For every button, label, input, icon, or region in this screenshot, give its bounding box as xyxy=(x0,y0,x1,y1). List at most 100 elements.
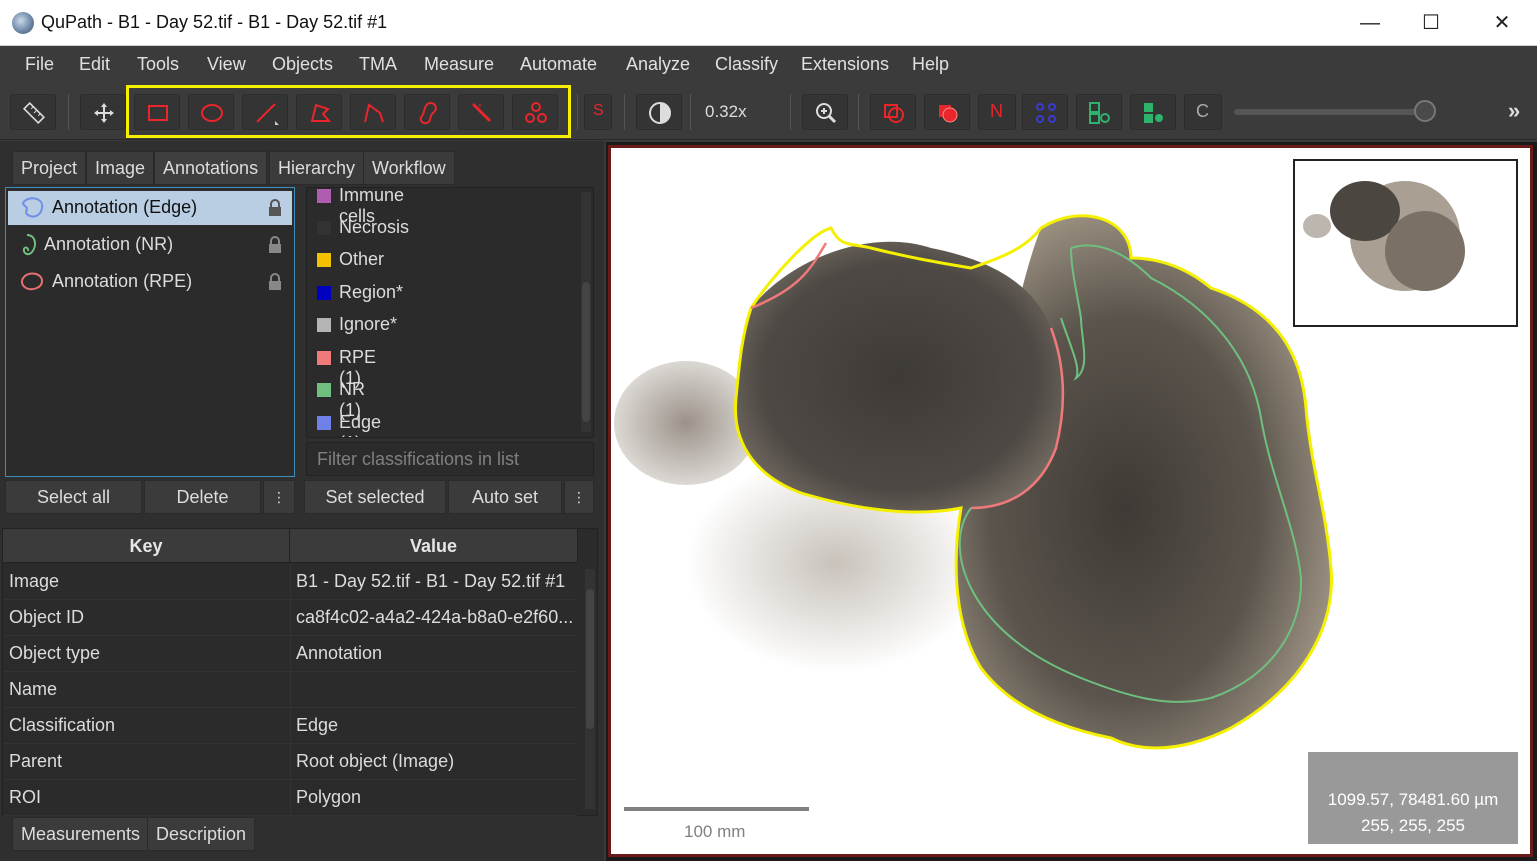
key-cell: ROI xyxy=(9,787,42,807)
qupath-window: QuPath - B1 - Day 52.tif - B1 - Day 52.t… xyxy=(0,0,1537,861)
grid-icon xyxy=(1036,103,1056,123)
show-names-button[interactable]: N xyxy=(978,94,1016,130)
menu-classify[interactable]: Classify xyxy=(715,54,778,75)
set-selected-button[interactable]: Set selected xyxy=(304,480,446,514)
value-cell: B1 - Day 52.tif - B1 - Day 52.tif #1 xyxy=(296,571,566,591)
lock-icon[interactable] xyxy=(268,236,282,254)
tab-measurements[interactable]: Measurements xyxy=(12,817,150,851)
minimize-button[interactable]: — xyxy=(1350,8,1390,38)
scrollbar-thumb[interactable] xyxy=(586,589,594,729)
auto-set-button[interactable]: Auto set xyxy=(448,480,562,514)
table-row: Object type Annotation xyxy=(3,636,577,672)
close-window-button[interactable]: ✕ xyxy=(1482,8,1522,38)
value-column-header[interactable]: Value xyxy=(290,529,578,563)
cursor-location-panel: 1099.57, 78481.60 µm 255, 255, 255 xyxy=(1308,752,1518,844)
brush-tool-button[interactable] xyxy=(404,94,450,130)
menu-bar: File Edit Tools View Objects TMA Measure… xyxy=(0,46,1537,84)
measure-tool-button[interactable] xyxy=(10,94,56,130)
polyline-tool-button[interactable] xyxy=(350,94,396,130)
rectangle-tool-button[interactable] xyxy=(134,94,180,130)
move-tool-button[interactable] xyxy=(80,94,126,130)
annotation-row-edge[interactable]: Annotation (Edge) xyxy=(8,191,292,225)
maximize-button[interactable]: ☐ xyxy=(1411,8,1451,38)
annotation-row-nr[interactable]: Annotation (NR) xyxy=(8,228,292,262)
tab-project[interactable]: Project xyxy=(12,151,87,185)
points-icon xyxy=(525,102,547,123)
fill-detections-button[interactable] xyxy=(1130,94,1176,130)
table-row: Object ID ca8f4c02-a4a2-424a-b8a0-e2f60..… xyxy=(3,600,577,636)
show-detections-button[interactable] xyxy=(1076,94,1122,130)
detections-icon xyxy=(1089,102,1110,124)
class-list-scrollbar[interactable] xyxy=(581,192,591,432)
key-cell: Classification xyxy=(9,715,116,735)
annotation-row-rpe[interactable]: Annotation (RPE) xyxy=(8,265,292,299)
wand-tool-button[interactable] xyxy=(458,94,504,130)
brush-icon xyxy=(419,101,437,125)
fill-annotations-button[interactable] xyxy=(924,94,970,130)
menu-analyze[interactable]: Analyze xyxy=(626,54,690,75)
key-cell: Object ID xyxy=(9,607,85,627)
show-tma-grid-button[interactable] xyxy=(1022,94,1068,130)
value-cell: Root object (Image) xyxy=(296,751,455,771)
class-color-swatch xyxy=(317,416,331,430)
lock-icon[interactable] xyxy=(268,199,282,217)
class-color-swatch xyxy=(317,318,331,332)
magnifier-icon xyxy=(816,103,837,124)
menu-tma[interactable]: TMA xyxy=(359,54,397,75)
overview-thumbnail[interactable] xyxy=(1293,159,1518,327)
opacity-slider-thumb[interactable] xyxy=(1414,100,1436,122)
properties-scrollbar[interactable] xyxy=(585,569,595,809)
class-color-swatch xyxy=(317,383,331,397)
tab-image[interactable]: Image xyxy=(86,151,155,185)
menu-help[interactable]: Help xyxy=(912,54,949,75)
cursor-coordinates: 1099.57, 78481.60 µm xyxy=(1327,790,1499,809)
scrollbar-thumb[interactable] xyxy=(582,282,590,422)
menu-extensions[interactable]: Extensions xyxy=(801,54,889,75)
menu-objects[interactable]: Objects xyxy=(272,54,333,75)
polygon-tool-button[interactable] xyxy=(296,94,342,130)
class-filter-input[interactable]: Filter classifications in list xyxy=(306,442,594,476)
table-row: Image B1 - Day 52.tif - B1 - Day 52.tif #… xyxy=(3,564,577,600)
window-title: QuPath - B1 - Day 52.tif - B1 - Day 52.t… xyxy=(41,12,388,32)
tab-workflow[interactable]: Workflow xyxy=(363,151,455,185)
key-cell: Image xyxy=(9,571,60,591)
class-color-swatch xyxy=(317,189,331,203)
brightness-contrast-button[interactable] xyxy=(636,94,682,130)
points-tool-button[interactable] xyxy=(512,94,558,130)
tab-description[interactable]: Description xyxy=(147,817,256,851)
show-annotations-button[interactable] xyxy=(870,94,916,130)
menu-edit[interactable]: Edit xyxy=(79,54,110,75)
table-row: ROI Polygon xyxy=(3,780,577,816)
tab-hierarchy[interactable]: Hierarchy xyxy=(269,151,365,185)
toolbar-overflow-button[interactable]: » xyxy=(1508,98,1520,124)
annotation-options-button[interactable]: ⋮ xyxy=(263,480,295,514)
lock-icon[interactable] xyxy=(268,273,282,291)
line-tool-button[interactable] xyxy=(242,94,288,130)
zoom-to-fit-button[interactable] xyxy=(802,94,848,130)
menu-measure[interactable]: Measure xyxy=(424,54,494,75)
menu-file[interactable]: File xyxy=(25,54,54,75)
table-row: Classification Edge xyxy=(3,708,577,744)
classification-list[interactable]: Immune cells Necrosis Other Region* Igno… xyxy=(306,187,594,438)
key-column-header[interactable]: Key xyxy=(3,529,290,563)
tab-annotations[interactable]: Annotations xyxy=(154,151,268,185)
annotation-list[interactable]: Annotation (Edge) Annotation (NR) Annota… xyxy=(5,187,295,477)
annotation-label: Annotation (Edge) xyxy=(52,197,198,217)
menu-view[interactable]: View xyxy=(207,54,246,75)
selection-mode-button[interactable]: S xyxy=(584,94,612,130)
menu-tools[interactable]: Tools xyxy=(137,54,179,75)
scale-bar-label: 100 mm xyxy=(684,822,746,841)
filled-annotations-icon xyxy=(939,105,958,123)
class-label: Necrosis xyxy=(339,217,410,237)
class-options-button[interactable]: ⋮ xyxy=(564,480,594,514)
menu-automate[interactable]: Automate xyxy=(520,54,597,75)
delete-button[interactable]: Delete xyxy=(144,480,261,514)
class-label: Other xyxy=(339,249,385,269)
select-all-button[interactable]: Select all xyxy=(5,480,142,514)
show-connections-button[interactable]: C xyxy=(1184,94,1222,130)
ellipse-tool-button[interactable] xyxy=(188,94,234,130)
opacity-slider-track[interactable] xyxy=(1234,109,1424,115)
table-row: Parent Root object (Image) xyxy=(3,744,577,780)
move-icon xyxy=(94,103,114,123)
edge-annotation-icon xyxy=(22,197,44,218)
